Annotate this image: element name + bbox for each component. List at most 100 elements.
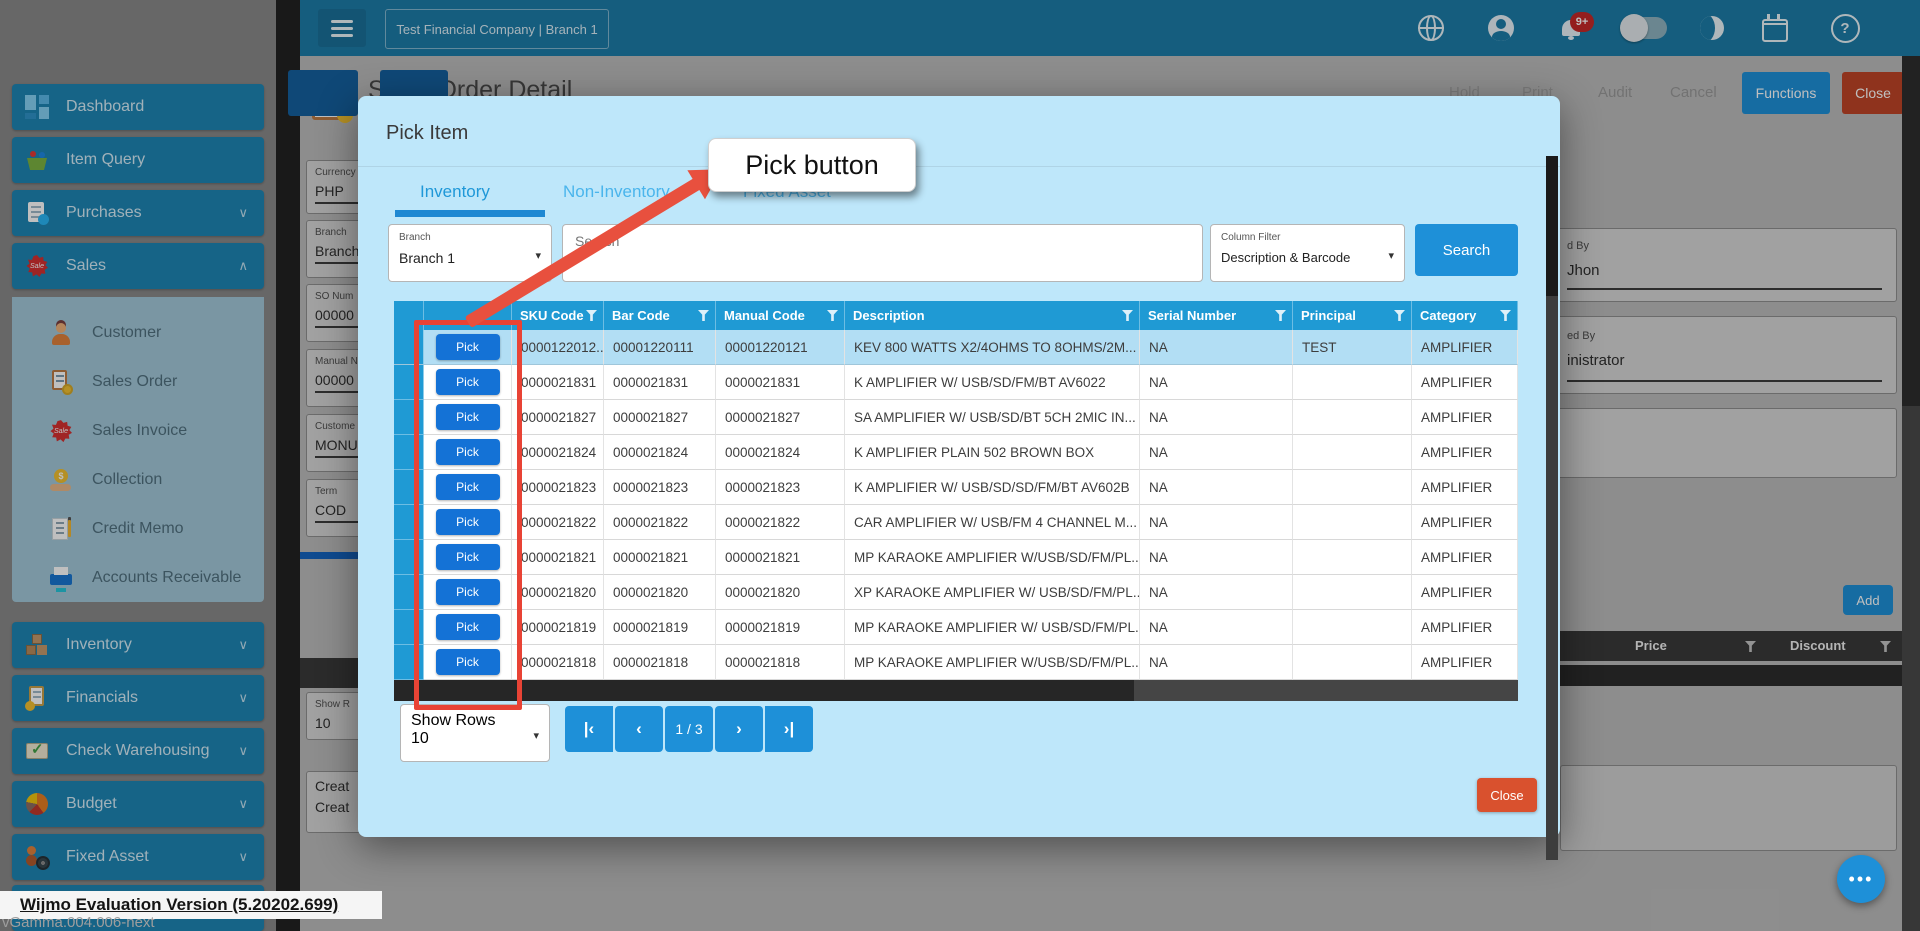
pagination: |‹‹1 / 3››| bbox=[565, 706, 813, 752]
cell-description: MP KARAOKE AMPLIFIER W/ USB/SD/FM/PL... bbox=[845, 610, 1140, 645]
column-header-label: Category bbox=[1420, 308, 1476, 323]
table-row[interactable]: Pick000002182200000218220000021822CAR AM… bbox=[394, 505, 1518, 540]
chevron-down-icon: ▾ bbox=[533, 729, 539, 742]
pick-item-grid: SKU CodeBar Code Manual Code Description Se… bbox=[394, 301, 1518, 680]
table-row[interactable]: Pick000002181800000218180000021818MP KAR… bbox=[394, 645, 1518, 680]
column-header-label: Description bbox=[853, 308, 925, 323]
table-row[interactable]: Pick000002181900000218190000021819MP KAR… bbox=[394, 610, 1518, 645]
cell-manual-code: 0000021819 bbox=[716, 610, 845, 645]
search-button[interactable]: Search bbox=[1415, 224, 1518, 276]
column-header-principal[interactable]: Principal bbox=[1293, 301, 1412, 330]
cell-manual-code: 0000021827 bbox=[716, 400, 845, 435]
table-row[interactable]: Pick000002183100000218310000021831K AMPL… bbox=[394, 365, 1518, 400]
cell-manual-code: 0000021818 bbox=[716, 645, 845, 680]
cell-sku-code: 0000021831 bbox=[512, 365, 604, 400]
column-filter-select[interactable]: Column Filter Description & Barcode ▾ bbox=[1210, 224, 1405, 282]
table-row[interactable]: Pick000002182300000218230000021823K AMPL… bbox=[394, 470, 1518, 505]
cell-bar-code: 0000021818 bbox=[604, 645, 716, 680]
cell-description: SA AMPLIFIER W/ USB/SD/BT 5CH 2MIC IN... bbox=[845, 400, 1140, 435]
cell-principal bbox=[1293, 645, 1412, 680]
active-tab-indicator bbox=[395, 210, 545, 217]
cell-manual-code: 0000021823 bbox=[716, 470, 845, 505]
cell-bar-code: 0000021823 bbox=[604, 470, 716, 505]
column-header-label: Manual Code bbox=[724, 308, 805, 323]
grid-horizontal-scrollbar[interactable] bbox=[394, 680, 1518, 701]
tab-non-inventory[interactable]: Non-Inventory bbox=[563, 182, 670, 202]
cell-manual-code: 0000021822 bbox=[716, 505, 845, 540]
cell-manual-code: 0000021820 bbox=[716, 575, 845, 610]
cell-description: XP KARAOKE AMPLIFIER W/ USB/SD/FM/PL... bbox=[845, 575, 1140, 610]
previous-page-button[interactable]: ‹ bbox=[615, 706, 663, 752]
more-actions-fab[interactable]: ••• bbox=[1837, 855, 1885, 903]
modal-close-button[interactable]: Close bbox=[1477, 778, 1537, 812]
cell-description: KEV 800 WATTS X2/4OHMS TO 8OHMS/2M... bbox=[845, 330, 1140, 365]
filter-funnel-icon[interactable] bbox=[1394, 310, 1405, 321]
modal-scrollbar[interactable] bbox=[1546, 156, 1558, 860]
branch-select[interactable]: Branch Branch 1 ▾ bbox=[388, 224, 552, 282]
ellipsis-icon: ••• bbox=[1849, 869, 1874, 890]
filter-funnel-icon[interactable] bbox=[827, 310, 838, 321]
cell-category: AMPLIFIER bbox=[1412, 365, 1518, 400]
cell-serial-number: NA bbox=[1140, 645, 1293, 680]
chevron-down-icon: ▾ bbox=[535, 249, 541, 262]
cell-principal bbox=[1293, 610, 1412, 645]
cell-category: AMPLIFIER bbox=[1412, 645, 1518, 680]
tab-inventory[interactable]: Inventory bbox=[420, 182, 490, 202]
cell-manual-code: 0000021821 bbox=[716, 540, 845, 575]
cell-manual-code: 0000021831 bbox=[716, 365, 845, 400]
cell-description: MP KARAOKE AMPLIFIER W/USB/SD/FM/PL... bbox=[845, 645, 1140, 680]
column-header-serial-number[interactable]: Serial Number bbox=[1140, 301, 1293, 330]
table-row[interactable]: Pick0000122012...0000122011100001220121K… bbox=[394, 330, 1518, 365]
cell-principal bbox=[1293, 540, 1412, 575]
pick-item-modal: Pick Item Inventory Non-Inventory Fixed … bbox=[358, 96, 1560, 837]
cell-serial-number: NA bbox=[1140, 470, 1293, 505]
last-page-button[interactable]: ›| bbox=[765, 706, 813, 752]
cell-description: K AMPLIFIER W/ USB/SD/FM/BT AV6022 bbox=[845, 365, 1140, 400]
column-header-manual-code[interactable]: Manual Code bbox=[716, 301, 845, 330]
cell-principal bbox=[1293, 400, 1412, 435]
cell-description: CAR AMPLIFIER W/ USB/FM 4 CHANNEL M... bbox=[845, 505, 1140, 540]
filter-funnel-icon[interactable] bbox=[1500, 310, 1511, 321]
column-header-label: Serial Number bbox=[1148, 308, 1236, 323]
cell-manual-code: 00001220121 bbox=[716, 330, 845, 365]
scrollbar-thumb[interactable] bbox=[1546, 156, 1558, 296]
cell-principal bbox=[1293, 365, 1412, 400]
cell-description: MP KARAOKE AMPLIFIER W/USB/SD/FM/PL... bbox=[845, 540, 1140, 575]
cell-serial-number: NA bbox=[1140, 505, 1293, 540]
column-header-description[interactable]: Description bbox=[845, 301, 1140, 330]
page-indicator: 1 / 3 bbox=[665, 706, 713, 752]
cell-sku-code: 0000021824 bbox=[512, 435, 604, 470]
cell-principal: TEST bbox=[1293, 330, 1412, 365]
column-header-bar-code[interactable]: Bar Code bbox=[604, 301, 716, 330]
table-row[interactable]: Pick000002182400000218240000021824K AMPL… bbox=[394, 435, 1518, 470]
next-page-button[interactable]: › bbox=[715, 706, 763, 752]
filter-funnel-icon[interactable] bbox=[586, 310, 597, 321]
cell-sku-code: 0000021821 bbox=[512, 540, 604, 575]
table-row[interactable]: Pick000002182700000218270000021827SA AMP… bbox=[394, 400, 1518, 435]
filter-funnel-icon[interactable] bbox=[1122, 310, 1133, 321]
cell-serial-number: NA bbox=[1140, 330, 1293, 365]
cell-bar-code: 0000021822 bbox=[604, 505, 716, 540]
show-rows-select[interactable]: Show Rows 10 ▾ bbox=[400, 704, 550, 762]
cell-category: AMPLIFIER bbox=[1412, 435, 1518, 470]
cell-sku-code: 0000021819 bbox=[512, 610, 604, 645]
cell-bar-code: 0000021819 bbox=[604, 610, 716, 645]
cell-description: K AMPLIFIER W/ USB/SD/SD/FM/BT AV602B bbox=[845, 470, 1140, 505]
first-page-button[interactable]: |‹ bbox=[565, 706, 613, 752]
cell-serial-number: NA bbox=[1140, 435, 1293, 470]
cell-sku-code: 0000021822 bbox=[512, 505, 604, 540]
cell-category: AMPLIFIER bbox=[1412, 400, 1518, 435]
table-row[interactable]: Pick000002182100000218210000021821MP KAR… bbox=[394, 540, 1518, 575]
build-version: vGamma.004.006-next bbox=[2, 914, 155, 931]
cell-category: AMPLIFIER bbox=[1412, 575, 1518, 610]
cell-category: AMPLIFIER bbox=[1412, 505, 1518, 540]
filter-funnel-icon[interactable] bbox=[1275, 310, 1286, 321]
filter-funnel-icon[interactable] bbox=[698, 310, 709, 321]
column-header-category[interactable]: Category bbox=[1412, 301, 1518, 330]
cell-principal bbox=[1293, 505, 1412, 540]
cell-sku-code: 0000021818 bbox=[512, 645, 604, 680]
search-input[interactable] bbox=[562, 224, 1203, 282]
table-row[interactable]: Pick000002182000000218200000021820XP KAR… bbox=[394, 575, 1518, 610]
highlight-rectangle bbox=[414, 320, 522, 710]
column-header-sku-code[interactable]: SKU Code bbox=[512, 301, 604, 330]
